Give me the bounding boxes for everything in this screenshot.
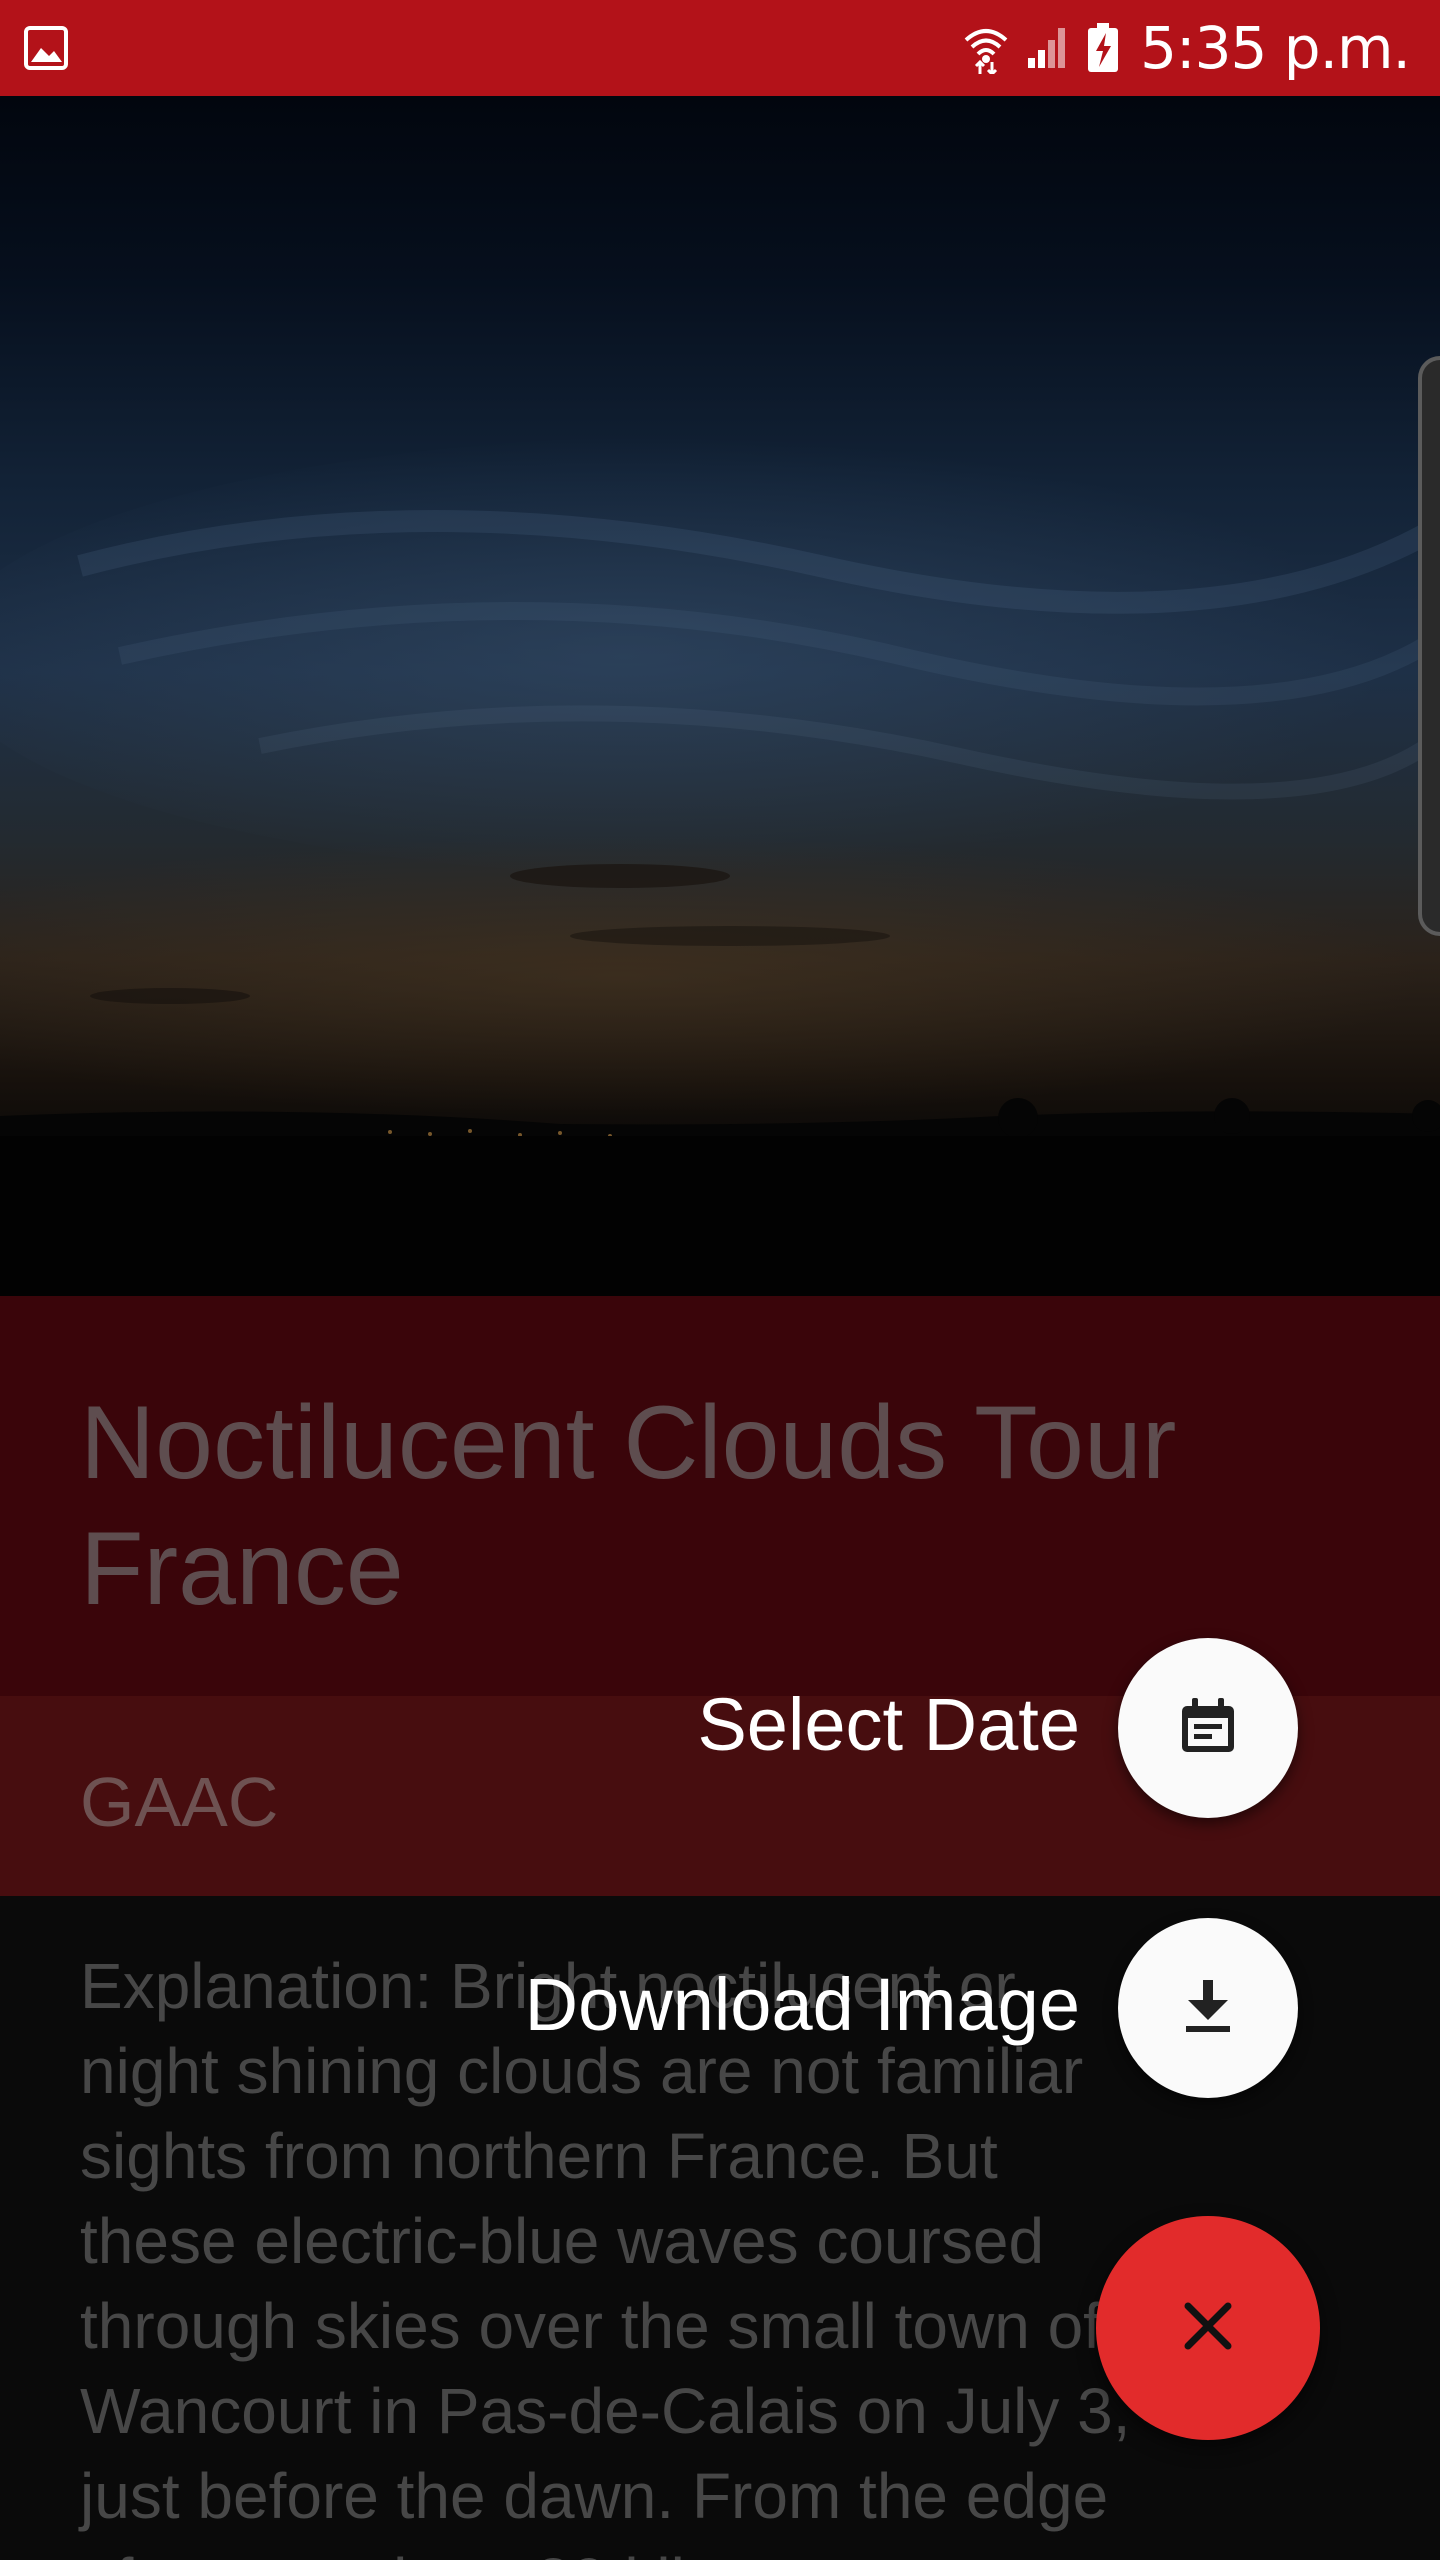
battery-charging-icon (1086, 23, 1120, 73)
download-image-label[interactable]: Download Image (525, 1962, 1080, 2047)
signal-icon (1024, 24, 1072, 72)
close-fab-button[interactable] (1096, 2216, 1320, 2440)
status-time: 5:35 p.m. (1140, 14, 1411, 82)
status-icons: 5:35 p.m. (962, 0, 1411, 96)
wifi-icon (962, 22, 1010, 74)
article-author: GAAC (80, 1763, 279, 1841)
close-icon (1180, 2298, 1236, 2359)
select-date-button[interactable] (1118, 1638, 1298, 1818)
status-bar: 5:35 p.m. (0, 0, 1440, 96)
title-section: Noctilucent Clouds Tour France (0, 1296, 1440, 1696)
sky-scene (0, 436, 1440, 1296)
edge-panel-handle[interactable] (1418, 356, 1440, 936)
download-icon (1178, 1976, 1238, 2041)
select-date-label[interactable]: Select Date (697, 1682, 1080, 1767)
image-notification-icon (22, 24, 70, 72)
article-title: Noctilucent Clouds Tour France (80, 1385, 1177, 1627)
download-image-button[interactable] (1118, 1918, 1298, 2098)
apod-image[interactable] (0, 96, 1440, 1296)
calendar-icon (1176, 1694, 1240, 1763)
